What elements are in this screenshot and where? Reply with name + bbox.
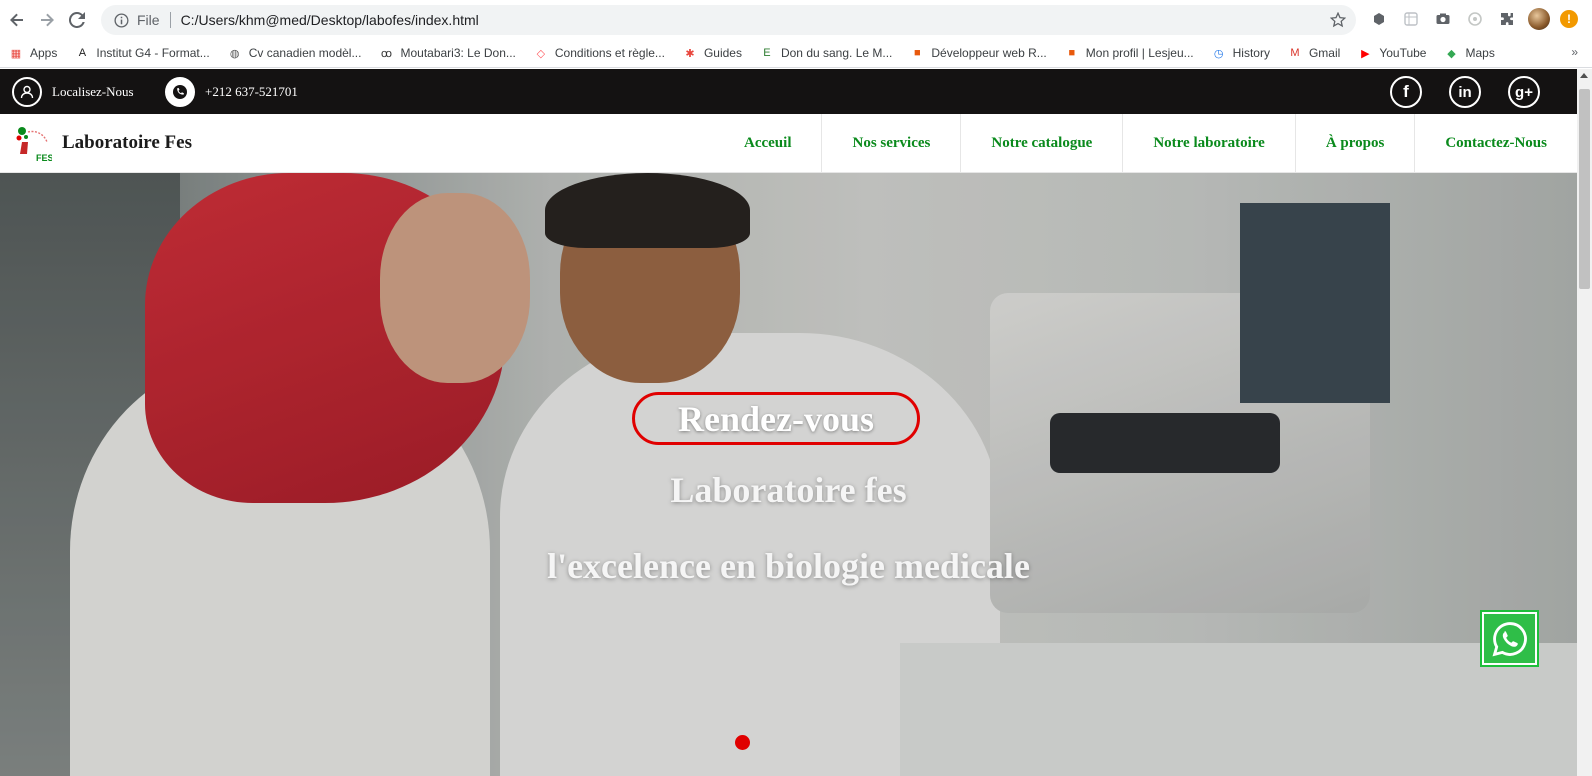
arrow-right-icon: [41, 13, 54, 26]
bookmark-item[interactable]: ◇ Conditions et règle...: [533, 45, 665, 61]
bookmark-item[interactable]: ◷ History: [1211, 45, 1270, 61]
letter-e-icon: E: [763, 47, 771, 59]
history-icon: ◷: [1213, 47, 1224, 60]
facebook-label: f: [1403, 82, 1409, 101]
reload-icon: [69, 11, 85, 28]
profile-avatar[interactable]: [1528, 8, 1550, 30]
page-scrollbar[interactable]: [1577, 69, 1592, 776]
globe-icon: ◍: [229, 47, 240, 60]
bookmark-item[interactable]: M Gmail: [1287, 45, 1340, 61]
bookmark-label: Guides: [703, 46, 742, 60]
extension-circle-icon[interactable]: [1464, 8, 1486, 30]
bookmark-item[interactable]: ■ Développeur web R...: [909, 45, 1047, 61]
update-alert-icon[interactable]: !: [1560, 10, 1578, 28]
lesjeudis-icon: ■: [914, 47, 921, 59]
g4-icon: A: [78, 47, 87, 59]
linkedin-label: in: [1458, 83, 1472, 101]
bookmark-label: Moutabari3: Le Don...: [400, 46, 516, 60]
phone-icon: [165, 77, 195, 107]
svg-text:FES: FES: [36, 153, 52, 163]
nav-item-catalogue[interactable]: Notre catalogue: [960, 114, 1122, 173]
people-icon: ꝏ: [380, 47, 393, 60]
gmail-icon: M: [1290, 47, 1300, 59]
bookmark-label: Apps: [30, 46, 58, 60]
nav-item-contact[interactable]: Contactez-Nous: [1414, 114, 1577, 173]
facebook-icon[interactable]: f: [1390, 76, 1422, 108]
nav-menu: Acceuil Nos services Notre catalogue Not…: [714, 114, 1577, 173]
google-plus-label: g+: [1515, 83, 1533, 101]
bookmarks-bar: ▦ Apps A Institut G4 - Format... ◍ Cv canadie…: [0, 39, 1592, 68]
star-icon[interactable]: [1330, 12, 1346, 28]
guides-icon: ✱: [685, 47, 695, 60]
back-button[interactable]: [4, 7, 30, 33]
brand-name[interactable]: Laboratoire Fes: [62, 132, 192, 154]
hero-subtitle: l'excelence en biologie medicale: [547, 546, 1030, 586]
extension-grid-icon[interactable]: [1400, 8, 1422, 30]
maps-icon: ◆: [1447, 47, 1456, 60]
bookmark-label: Conditions et règle...: [554, 46, 665, 60]
extension-gem-icon[interactable]: [1368, 8, 1390, 30]
airbnb-icon: ◇: [536, 47, 546, 60]
nav-item-services[interactable]: Nos services: [821, 114, 960, 173]
nav-item-laboratoire[interactable]: Notre laboratoire: [1122, 114, 1295, 173]
bookmark-label: Institut G4 - Format...: [96, 46, 210, 60]
address-bar[interactable]: File C:/Users/khm@med/Desktop/labofes/in…: [101, 5, 1356, 35]
phone-number: +212 637-521701: [205, 84, 298, 99]
whatsapp-icon: [1484, 614, 1535, 663]
location-user-icon: [12, 77, 42, 107]
info-icon[interactable]: [113, 12, 129, 28]
slider-dot-active[interactable]: [735, 735, 750, 750]
page-viewport: Localisez-Nous +212 637-521701 f in g+ F…: [0, 69, 1577, 776]
whatsapp-button[interactable]: [1480, 610, 1539, 667]
location-label: Localisez-Nous: [52, 84, 134, 99]
apps-grid-icon: ▦: [10, 47, 22, 60]
youtube-icon: ▶: [1361, 47, 1370, 60]
bookmark-label: Développeur web R...: [931, 46, 1047, 60]
main-navbar: FES Laboratoire Fes Acceuil Nos services…: [0, 114, 1577, 173]
reload-button[interactable]: [64, 7, 90, 33]
bookmark-label: Gmail: [1308, 46, 1341, 60]
bookmark-label: Cv canadien modèl...: [248, 46, 362, 60]
bookmark-label: Maps: [1465, 46, 1495, 60]
scroll-up-icon[interactable]: [1580, 73, 1588, 78]
lab-logo-icon[interactable]: FES: [14, 124, 52, 164]
url-scheme: File: [137, 12, 160, 28]
bookmark-label: History: [1232, 46, 1270, 60]
bookmark-item[interactable]: ◍ Cv canadien modèl...: [227, 45, 362, 61]
extensions-area: !: [1368, 8, 1578, 30]
bookmark-label: Mon profil | Lesjeu...: [1085, 46, 1194, 60]
forward-button[interactable]: [34, 7, 60, 33]
phone-link[interactable]: +212 637-521701: [165, 77, 298, 107]
bookmark-label: Don du sang. Le M...: [780, 46, 893, 60]
arrow-left-icon: [10, 13, 23, 26]
scroll-thumb[interactable]: [1579, 89, 1590, 289]
nav-item-a-propos[interactable]: À propos: [1294, 114, 1415, 173]
bookmark-label: YouTube: [1379, 46, 1427, 60]
bookmark-item[interactable]: E Don du sang. Le M...: [759, 45, 892, 61]
google-plus-icon[interactable]: g+: [1508, 76, 1540, 108]
bookmark-item[interactable]: ◆ Maps: [1443, 45, 1495, 61]
bookmark-item[interactable]: ꝏ Moutabari3: Le Don...: [378, 45, 516, 61]
url-separator: [169, 12, 171, 28]
puzzle-icon[interactable]: [1496, 8, 1518, 30]
bookmark-item[interactable]: ▦ Apps: [8, 45, 58, 61]
bookmark-item[interactable]: ✱ Guides: [682, 45, 742, 61]
lesjeudis-icon: ■: [1068, 47, 1076, 59]
nav-item-acceuil[interactable]: Acceuil: [714, 114, 821, 173]
camera-icon[interactable]: [1432, 8, 1454, 30]
browser-toolbar: File C:/Users/khm@med/Desktop/labofes/in…: [0, 0, 1592, 39]
linkedin-icon[interactable]: in: [1449, 76, 1481, 108]
top-info-bar: Localisez-Nous +212 637-521701 f in g+: [0, 69, 1577, 114]
appointment-button[interactable]: Rendez-vous: [632, 392, 920, 445]
location-link[interactable]: Localisez-Nous: [12, 77, 134, 107]
bookmark-item[interactable]: A Institut G4 - Format...: [74, 45, 210, 61]
bookmark-item[interactable]: ▶ YouTube: [1357, 45, 1426, 61]
bookmark-item[interactable]: ■ Mon profil | Lesjeu...: [1064, 45, 1194, 61]
bookmarks-more-icon[interactable]: »: [1571, 45, 1578, 59]
hero-title: Laboratoire fes: [670, 470, 907, 510]
hero-slider: Rendez-vous Laboratoire fes l'excelence …: [0, 173, 1577, 776]
url-text[interactable]: C:/Users/khm@med/Desktop/labofes/index.h…: [181, 12, 479, 28]
